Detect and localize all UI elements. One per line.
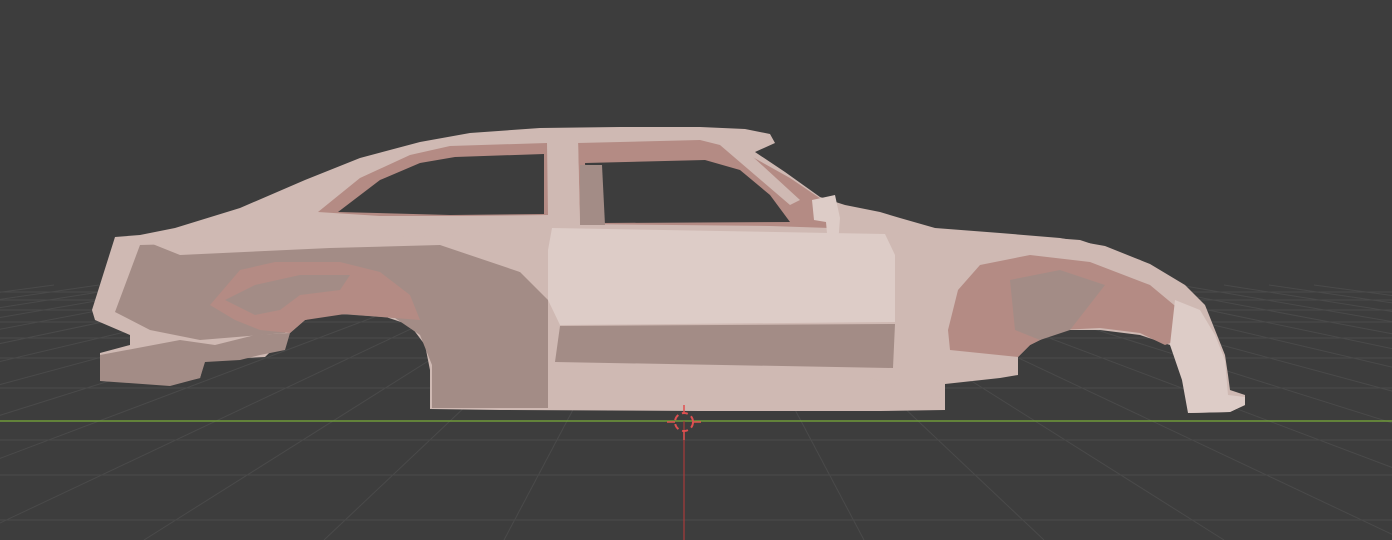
b-pillar-inner	[580, 165, 605, 225]
car-body-mesh[interactable]	[92, 127, 1245, 413]
viewport-canvas[interactable]	[0, 0, 1392, 540]
grid-line	[1313, 284, 1392, 297]
door-panel	[548, 228, 895, 325]
3d-viewport[interactable]	[0, 0, 1392, 540]
grid-line	[0, 284, 100, 300]
grid-line	[1223, 284, 1392, 312]
grid-line	[1268, 284, 1392, 304]
door-lower-shadow	[555, 324, 895, 368]
b-pillar	[552, 138, 580, 226]
